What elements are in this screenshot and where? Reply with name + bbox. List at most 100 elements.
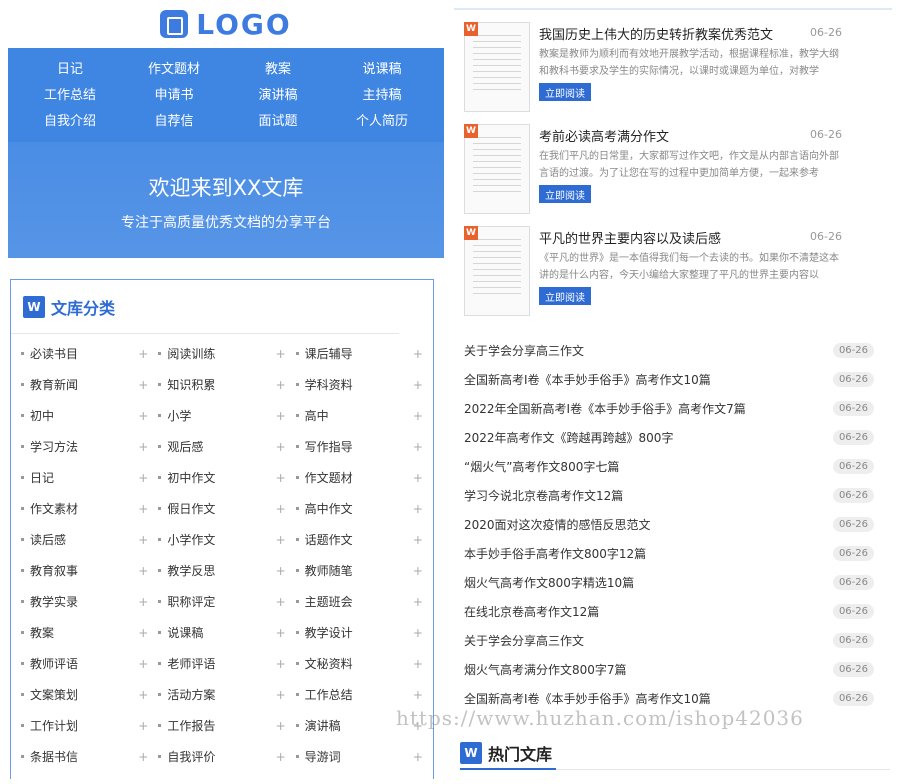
category-item[interactable]: 教案 + <box>21 617 158 648</box>
plus-icon[interactable]: + <box>138 626 148 640</box>
article-title[interactable]: 平凡的世界主要内容以及读后感 <box>539 228 721 247</box>
list-item[interactable]: 2022年高考作文《跨越再跨越》800字 06-26 <box>454 423 892 452</box>
category-item[interactable]: 活动方案 + <box>158 679 295 710</box>
category-item[interactable]: 职称评定 + <box>158 586 295 617</box>
plus-icon[interactable]: + <box>413 440 423 454</box>
category-item[interactable]: 小学作文 + <box>158 524 295 555</box>
read-now-button[interactable]: 立即阅读 <box>539 287 591 305</box>
read-now-button[interactable]: 立即阅读 <box>539 83 591 101</box>
list-item[interactable]: “烟火气”高考作文800字七篇 06-26 <box>454 452 892 481</box>
category-item[interactable]: 教学实录 + <box>21 586 158 617</box>
article-title[interactable]: 考前必读高考满分作文 <box>539 126 669 145</box>
nav-item[interactable]: 教案 <box>226 60 330 80</box>
list-item[interactable]: 关于学会分享高三作文 06-26 <box>454 336 892 365</box>
category-item[interactable]: 教师评语 + <box>21 648 158 679</box>
plus-icon[interactable]: + <box>413 626 423 640</box>
category-item[interactable]: 话题作文 + <box>295 524 433 555</box>
plus-icon[interactable]: + <box>276 688 286 702</box>
featured-article[interactable]: W 平凡的世界主要内容以及读后感 06-26 《平凡的世界》是一本值得我们每一个去读的… <box>454 214 892 316</box>
list-item-title[interactable]: 烟火气高考作文800字精选10篇 <box>464 574 634 591</box>
list-item[interactable]: 本手妙手俗手高考作文800字12篇 06-26 <box>454 539 892 568</box>
list-item[interactable]: 学习今说北京卷高考作文12篇 06-26 <box>454 481 892 510</box>
category-item[interactable]: 观后感 + <box>158 431 295 462</box>
plus-icon[interactable]: + <box>276 471 286 485</box>
plus-icon[interactable]: + <box>138 502 148 516</box>
category-item[interactable]: 学习方法 + <box>21 431 158 462</box>
plus-icon[interactable]: + <box>138 347 148 361</box>
plus-icon[interactable]: + <box>413 657 423 671</box>
list-item-title[interactable]: 全国新高考I卷《本手妙手俗手》高考作文10篇 <box>464 690 711 707</box>
category-item[interactable]: 教育叙事 + <box>21 555 158 586</box>
plus-icon[interactable]: + <box>413 409 423 423</box>
plus-icon[interactable]: + <box>413 688 423 702</box>
nav-item[interactable]: 面试题 <box>226 112 330 132</box>
list-item[interactable]: 在线北京卷高考作文12篇 06-26 <box>454 597 892 626</box>
category-item[interactable]: 读后感 + <box>21 524 158 555</box>
plus-icon[interactable]: + <box>138 750 148 764</box>
plus-icon[interactable]: + <box>276 719 286 733</box>
category-item[interactable]: 工作计划 + <box>21 710 158 741</box>
category-item[interactable]: 教学设计 + <box>295 617 433 648</box>
category-item[interactable]: 假日作文 + <box>158 493 295 524</box>
plus-icon[interactable]: + <box>138 440 148 454</box>
plus-icon[interactable]: + <box>138 409 148 423</box>
category-item[interactable]: 说课稿 + <box>158 617 295 648</box>
read-now-button[interactable]: 立即阅读 <box>539 185 591 203</box>
list-item[interactable]: 2022年全国新高考I卷《本手妙手俗手》高考作文7篇 06-26 <box>454 394 892 423</box>
featured-article[interactable]: W 我国历史上伟大的历史转折教案优秀范文 06-26 教案是教师为顺利而有效地开展教学… <box>454 10 892 112</box>
category-item[interactable]: 文秘资料 + <box>295 648 433 679</box>
nav-item[interactable]: 演讲稿 <box>226 86 330 106</box>
plus-icon[interactable]: + <box>276 626 286 640</box>
list-item-title[interactable]: 关于学会分享高三作文 <box>464 632 584 649</box>
plus-icon[interactable]: + <box>138 719 148 733</box>
category-item[interactable]: 作文题材 + <box>295 462 433 493</box>
list-item-title[interactable]: “烟火气”高考作文800字七篇 <box>464 458 619 475</box>
plus-icon[interactable]: + <box>138 595 148 609</box>
plus-icon[interactable]: + <box>413 533 423 547</box>
nav-item[interactable]: 个人简历 <box>330 112 434 132</box>
plus-icon[interactable]: + <box>276 409 286 423</box>
category-item[interactable]: 必读书目 + <box>21 338 158 369</box>
plus-icon[interactable]: + <box>413 471 423 485</box>
plus-icon[interactable]: + <box>138 378 148 392</box>
list-item-title[interactable]: 2022年全国新高考I卷《本手妙手俗手》高考作文7篇 <box>464 400 746 417</box>
category-item[interactable]: 导游词 + <box>295 741 433 772</box>
category-item[interactable]: 小学 + <box>158 400 295 431</box>
logo[interactable]: LOGO <box>8 0 444 48</box>
plus-icon[interactable]: + <box>413 564 423 578</box>
category-item[interactable]: 工作报告 + <box>158 710 295 741</box>
category-item[interactable]: 阅读训练 + <box>158 338 295 369</box>
category-item[interactable]: 教师随笔 + <box>295 555 433 586</box>
category-item[interactable]: 教育新闻 + <box>21 369 158 400</box>
category-item[interactable]: 初中 + <box>21 400 158 431</box>
category-item[interactable]: 高中 + <box>295 400 433 431</box>
category-item[interactable]: 作文素材 + <box>21 493 158 524</box>
list-item[interactable]: 全国新高考I卷《本手妙手俗手》高考作文10篇 06-26 <box>454 365 892 394</box>
plus-icon[interactable]: + <box>138 471 148 485</box>
list-item-title[interactable]: 2022年高考作文《跨越再跨越》800字 <box>464 429 673 446</box>
plus-icon[interactable]: + <box>276 750 286 764</box>
category-item[interactable]: 条据书信 + <box>21 741 158 772</box>
featured-article[interactable]: W 考前必读高考满分作文 06-26 在我们平凡的日常里，大家都写过作文吧，作文是从内… <box>454 112 892 214</box>
list-item-title[interactable]: 在线北京卷高考作文12篇 <box>464 603 599 620</box>
category-item[interactable]: 主题班会 + <box>295 586 433 617</box>
plus-icon[interactable]: + <box>138 533 148 547</box>
list-item[interactable]: 关于学会分享高三作文 06-26 <box>454 626 892 655</box>
nav-item[interactable]: 申请书 <box>122 86 226 106</box>
nav-item[interactable]: 自我介绍 <box>18 112 122 132</box>
category-item[interactable]: 文案策划 + <box>21 679 158 710</box>
plus-icon[interactable]: + <box>413 378 423 392</box>
list-item-title[interactable]: 全国新高考I卷《本手妙手俗手》高考作文10篇 <box>464 371 711 388</box>
plus-icon[interactable]: + <box>276 347 286 361</box>
category-item[interactable]: 日记 + <box>21 462 158 493</box>
nav-item[interactable]: 作文题材 <box>122 60 226 80</box>
category-item[interactable]: 知识积累 + <box>158 369 295 400</box>
plus-icon[interactable]: + <box>276 657 286 671</box>
nav-item[interactable]: 说课稿 <box>330 60 434 80</box>
plus-icon[interactable]: + <box>413 595 423 609</box>
plus-icon[interactable]: + <box>276 533 286 547</box>
list-item-title[interactable]: 关于学会分享高三作文 <box>464 342 584 359</box>
nav-item[interactable]: 主持稿 <box>330 86 434 106</box>
list-item-title[interactable]: 本手妙手俗手高考作文800字12篇 <box>464 545 646 562</box>
list-item[interactable]: 2020面对这次疫情的感悟反思范文 06-26 <box>454 510 892 539</box>
